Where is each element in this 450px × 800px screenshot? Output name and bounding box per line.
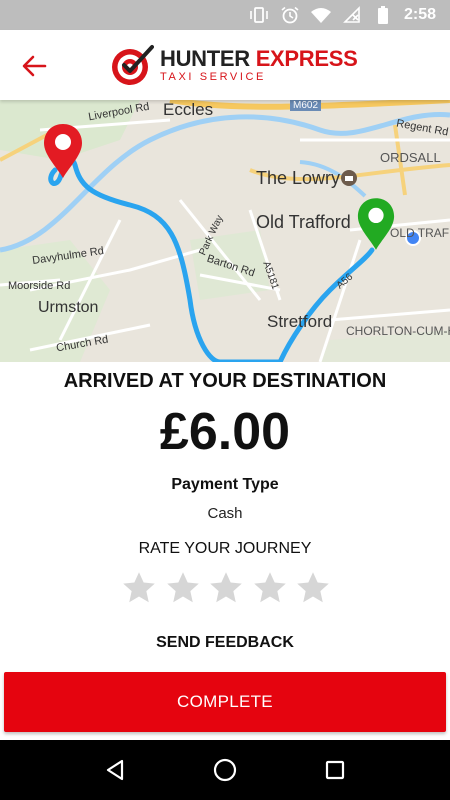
back-triangle-icon	[106, 759, 124, 781]
app-header: HUNTER EXPRESS TAXI SERVICE	[0, 30, 450, 100]
hunter-express-logo: HUNTER EXPRESS TAXI SERVICE	[110, 40, 358, 90]
logo-word-hunter: HUNTER	[160, 45, 250, 71]
wifi-icon	[310, 6, 332, 24]
send-feedback-link[interactable]: SEND FEEDBACK	[0, 634, 450, 652]
vibrate-icon	[248, 6, 270, 24]
status-time: 2:58	[403, 6, 436, 23]
map-label-the-lowry: The Lowry	[256, 168, 341, 188]
star-4-icon[interactable]	[252, 570, 288, 606]
star-1-icon[interactable]	[121, 570, 157, 606]
map-label-urmston: Urmston	[38, 299, 99, 316]
target-check-icon	[112, 45, 154, 85]
status-bar: 2:58	[0, 0, 450, 30]
no-sim-icon	[341, 6, 363, 24]
dropoff-pin-icon	[357, 198, 395, 250]
system-nav-bar	[0, 740, 450, 800]
nav-back-button[interactable]	[95, 750, 135, 790]
nav-recents-button[interactable]	[315, 750, 355, 790]
map-label-ordsall: ORDSALL	[380, 150, 441, 165]
recents-square-icon	[325, 760, 345, 780]
star-2-icon[interactable]	[165, 570, 201, 606]
star-rating[interactable]	[121, 570, 331, 610]
map-label-old-traff: OLD TRAFF	[390, 226, 450, 240]
payment-type-label: Payment Type	[171, 476, 279, 493]
back-button[interactable]	[18, 50, 50, 82]
pickup-pin-icon	[44, 124, 82, 178]
map-label-eccles: Eccles	[163, 100, 214, 119]
home-circle-icon	[213, 758, 237, 782]
nav-home-button[interactable]	[205, 750, 245, 790]
map-label-moorside-rd: Moorside Rd	[8, 280, 71, 292]
rate-journey-label: RATE YOUR JOURNEY	[138, 540, 312, 557]
logo-subtitle: TAXI SERVICE	[160, 70, 266, 83]
battery-icon	[372, 6, 394, 24]
route-map[interactable]: Eccles Liverpool Rd M602 Regent Rd ORDSA…	[0, 100, 450, 362]
payment-type-value: Cash	[207, 505, 243, 522]
map-label-chorlton: CHORLTON-CUM-HA	[346, 324, 450, 338]
map-label-old-trafford: Old Trafford	[256, 212, 351, 232]
arrived-title: ARRIVED AT YOUR DESTINATION	[63, 370, 387, 392]
logo-word-express: EXPRESS	[255, 45, 358, 71]
star-3-icon[interactable]	[208, 570, 244, 606]
fare-amount: £6.00	[159, 403, 291, 461]
alarm-icon	[279, 6, 301, 24]
star-5-icon[interactable]	[295, 570, 331, 606]
arrow-left-icon	[22, 55, 47, 77]
map-label-stretford: Stretford	[267, 312, 333, 331]
map-label-m602: M602	[290, 100, 322, 111]
complete-button[interactable]: COMPLETE	[4, 672, 446, 732]
